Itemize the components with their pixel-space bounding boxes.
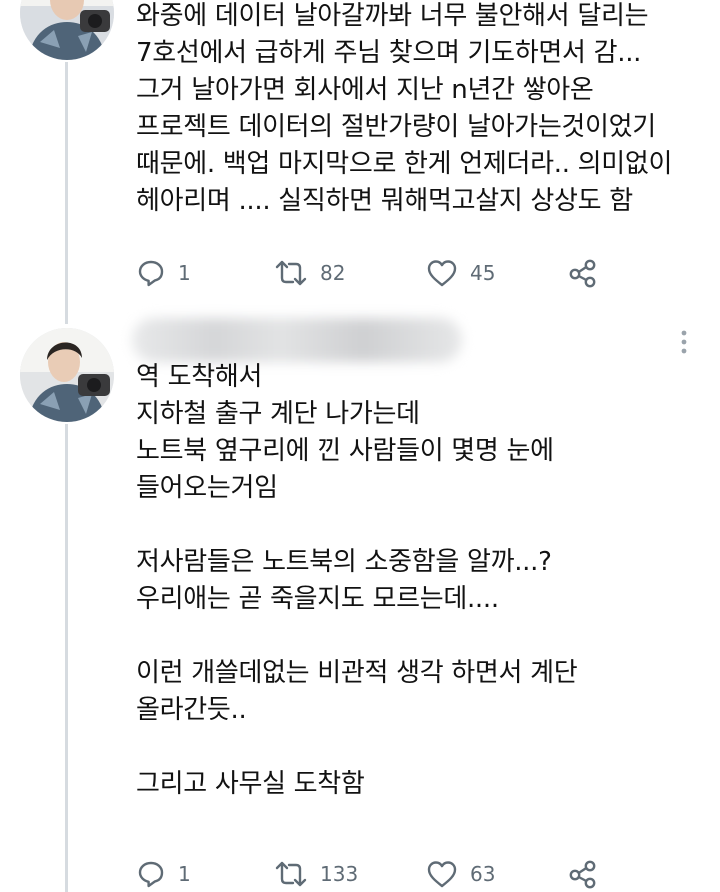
avatar[interactable] <box>20 328 114 422</box>
tweet-text: 와중에 데이터 날아갈까봐 너무 불안해서 달리는 7호선에서 급하게 주님 찾… <box>136 1 673 216</box>
tweet-thread: 와중에 데이터 날아갈까봐 너무 불안해서 달리는 7호선에서 급하게 주님 찾… <box>0 0 720 892</box>
thread-line-lower <box>65 424 68 892</box>
heart-icon <box>427 260 457 287</box>
reply-count: 1 <box>178 862 191 886</box>
retweet-button[interactable]: 133 <box>274 856 358 892</box>
more-options-icon <box>681 330 687 354</box>
retweet-icon <box>275 260 307 286</box>
tweet-actions: 1 133 63 <box>136 856 616 892</box>
retweet-icon <box>275 861 307 887</box>
retweet-count: 133 <box>320 862 359 886</box>
avatar[interactable] <box>20 0 114 60</box>
like-count: 45 <box>470 261 496 285</box>
reply-button[interactable]: 1 <box>136 255 191 291</box>
reply-icon <box>138 861 164 888</box>
tweet-text: 역 도착해서 지하철 출구 계단 나가는데 노트북 옆구리에 낀 사람들이 몇명… <box>136 362 578 799</box>
tweet-actions: 1 82 45 <box>136 255 616 291</box>
author-name-redacted <box>132 318 462 362</box>
thread-line-upper <box>65 62 68 324</box>
heart-icon <box>427 861 457 888</box>
like-count: 63 <box>470 862 496 886</box>
share-icon <box>569 259 596 288</box>
retweet-button[interactable]: 82 <box>274 255 345 291</box>
retweet-count: 82 <box>320 261 346 285</box>
share-icon <box>569 860 596 889</box>
more-options-button[interactable] <box>672 324 696 360</box>
reply-icon <box>138 260 164 287</box>
like-button[interactable]: 63 <box>426 856 495 892</box>
reply-button[interactable]: 1 <box>136 856 191 892</box>
reply-count: 1 <box>178 261 191 285</box>
share-button[interactable] <box>568 856 598 892</box>
like-button[interactable]: 45 <box>426 255 495 291</box>
share-button[interactable] <box>568 255 598 291</box>
